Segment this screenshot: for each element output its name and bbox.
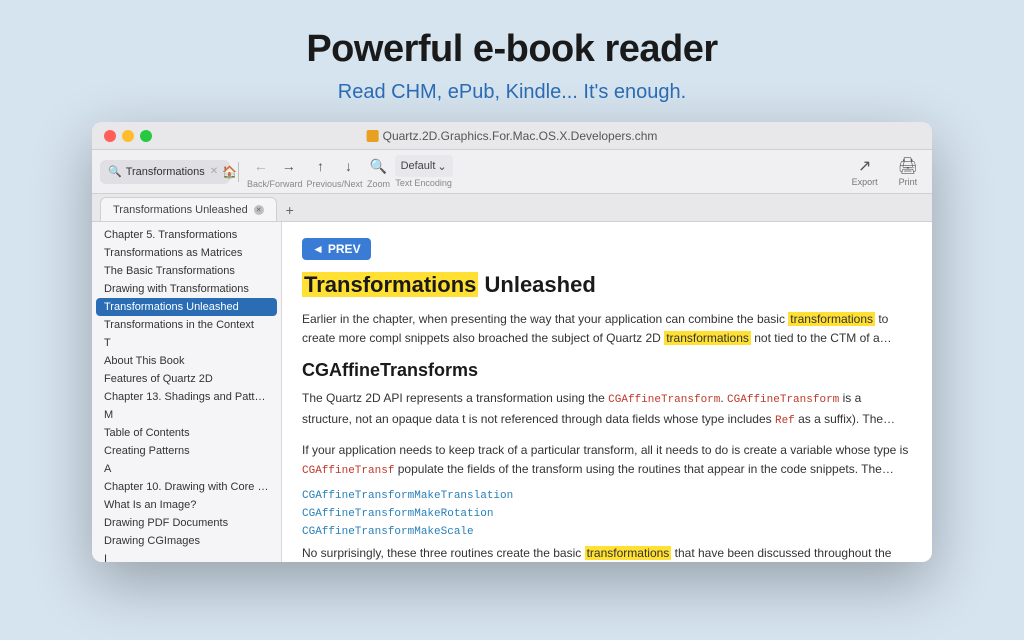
toolbar-divider-1 [238,162,239,182]
sidebar-item-i[interactable]: I [92,550,281,562]
tab-bar: Transformations Unleashed ✕ + [92,194,932,222]
code-ref-5: CGAffineTransf [302,465,394,477]
code-ref-1: CGAffineTransform [608,394,720,406]
sidebar-item-cgimages[interactable]: Drawing CGImages [92,532,281,550]
back-button[interactable]: ← [249,154,273,178]
sidebar-item-creating-patterns[interactable]: Creating Patterns [92,442,281,460]
toolbar: 🔍 ✕ 🏠 ← → Back/Forward ↑ ↓ Previous/Next [92,150,932,194]
close-button[interactable] [104,130,116,142]
code-ref-2: CGAffineTransform [727,394,839,406]
search-bar[interactable]: 🔍 ✕ 🏠 [100,160,230,184]
title-suffix: Unleashed [485,272,596,297]
hero-section: Powerful e-book reader Read CHM, ePub, K… [306,0,717,122]
sidebar-item-chapter13[interactable]: Chapter 13. Shadings and Patterns [92,388,281,406]
sidebar-item-features[interactable]: Features of Quartz 2D [92,370,281,388]
window-title-text: Quartz.2D.Graphics.For.Mac.OS.X.Develope… [383,129,658,143]
sidebar-item-t[interactable]: T [92,334,281,352]
window-title: Quartz.2D.Graphics.For.Mac.OS.X.Develope… [367,129,658,143]
toolbar-right: ↗ Export 🖨 Print [846,154,924,189]
print-label: Print [899,177,918,187]
title-highlight: Transformations [302,272,478,297]
export-button[interactable]: ↗ Export [846,154,884,189]
search-clear-icon[interactable]: ✕ [210,166,218,177]
prev-arrow-icon: ◄ [312,242,324,256]
search-icon: 🔍 [108,165,122,178]
encoding-value: Default [401,160,436,172]
no-surprisingly-paragraph: No surprisingly, these three routines cr… [302,544,912,562]
prev-label: PREV [328,242,361,256]
bookmark-icon[interactable]: 🏠 [222,165,237,179]
next-button[interactable]: ↓ [337,154,361,178]
prev-button-content[interactable]: ◄ PREV [302,238,371,260]
code-link-3[interactable]: CGAffineTransformMakeScale [302,526,912,538]
zoom-icon[interactable]: 🔍 [367,154,391,178]
sidebar-item-unleashed[interactable]: Transformations Unleashed [96,298,277,316]
cgaffine-paragraph: The Quartz 2D API represents a transform… [302,389,912,430]
print-icon: 🖨 [898,156,918,176]
content-title: Transformations Unleashed [302,272,912,298]
export-label: Export [852,177,878,187]
sidebar-item-chapter5[interactable]: Chapter 5. Transformations [92,226,281,244]
sidebar-item-toc[interactable]: Table of Contents [92,424,281,442]
sidebar-item-m[interactable]: M [92,406,281,424]
nav-group: ← → Back/Forward [247,154,303,189]
sidebar-item-image[interactable]: What Is an Image? [92,496,281,514]
prev-next-label: Previous/Next [307,179,363,189]
sidebar-item-a[interactable]: A [92,460,281,478]
zoom-group: 🔍 Zoom [367,154,391,189]
highlight-transformations-1: transformations [788,312,875,326]
code-link-2[interactable]: CGAffineTransformMakeRotation [302,508,912,520]
sidebar-item-context[interactable]: Transformations in the Context [92,316,281,334]
highlight-transformations-2: transformations [664,331,751,345]
track-paragraph: If your application needs to keep track … [302,441,912,481]
section-heading: CGAffineTransforms [302,360,912,381]
encoding-select[interactable]: Default ⌄ [395,155,453,177]
sidebar-item-basic[interactable]: The Basic Transformations [92,262,281,280]
highlight-transformations-3: transformations [585,546,672,560]
main-content[interactable]: ◄ PREV Transformations Unleashed Earlier… [282,222,932,562]
content-area: Chapter 5. Transformations Transformatio… [92,222,932,562]
hero-subtitle: Read CHM, ePub, Kindle... It's enough. [306,81,717,104]
tab-label: Transformations Unleashed [113,204,248,216]
intro-paragraph: Earlier in the chapter, when presenting … [302,310,912,348]
mac-window: Quartz.2D.Graphics.For.Mac.OS.X.Develope… [92,122,932,562]
text-encoding-label: Text Encoding [395,178,452,188]
maximize-button[interactable] [140,130,152,142]
search-input[interactable] [126,166,206,178]
hero-title: Powerful e-book reader [306,28,717,71]
sidebar-item-about[interactable]: About This Book [92,352,281,370]
sidebar: Chapter 5. Transformations Transformatio… [92,222,282,562]
prev-button[interactable]: ↑ [309,154,333,178]
sidebar-item-matrices[interactable]: Transformations as Matrices [92,244,281,262]
chevron-down-icon: ⌄ [437,160,446,173]
zoom-label: Zoom [367,179,390,189]
back-forward-label: Back/Forward [247,179,303,189]
export-icon: ↗ [858,156,871,176]
forward-button[interactable]: → [277,154,301,178]
file-icon [367,130,379,142]
code-ref-3: Ref [775,415,795,427]
title-bar: Quartz.2D.Graphics.For.Mac.OS.X.Develope… [92,122,932,150]
traffic-lights [104,130,152,142]
encoding-group: Default ⌄ Text Encoding [395,155,453,188]
code-link-1[interactable]: CGAffineTransformMakeTranslation [302,490,912,502]
sidebar-item-pdf[interactable]: Drawing PDF Documents [92,514,281,532]
sidebar-item-drawing[interactable]: Drawing with Transformations [92,280,281,298]
minimize-button[interactable] [122,130,134,142]
sidebar-item-chapter10[interactable]: Chapter 10. Drawing with Core Image [92,478,281,496]
print-button[interactable]: 🖨 Print [892,154,924,189]
tab-transformations-unleashed[interactable]: Transformations Unleashed ✕ [100,197,277,221]
tab-close-button[interactable]: ✕ [254,205,264,215]
prev-next-group: ↑ ↓ Previous/Next [307,154,363,189]
tab-add-button[interactable]: + [281,201,299,219]
